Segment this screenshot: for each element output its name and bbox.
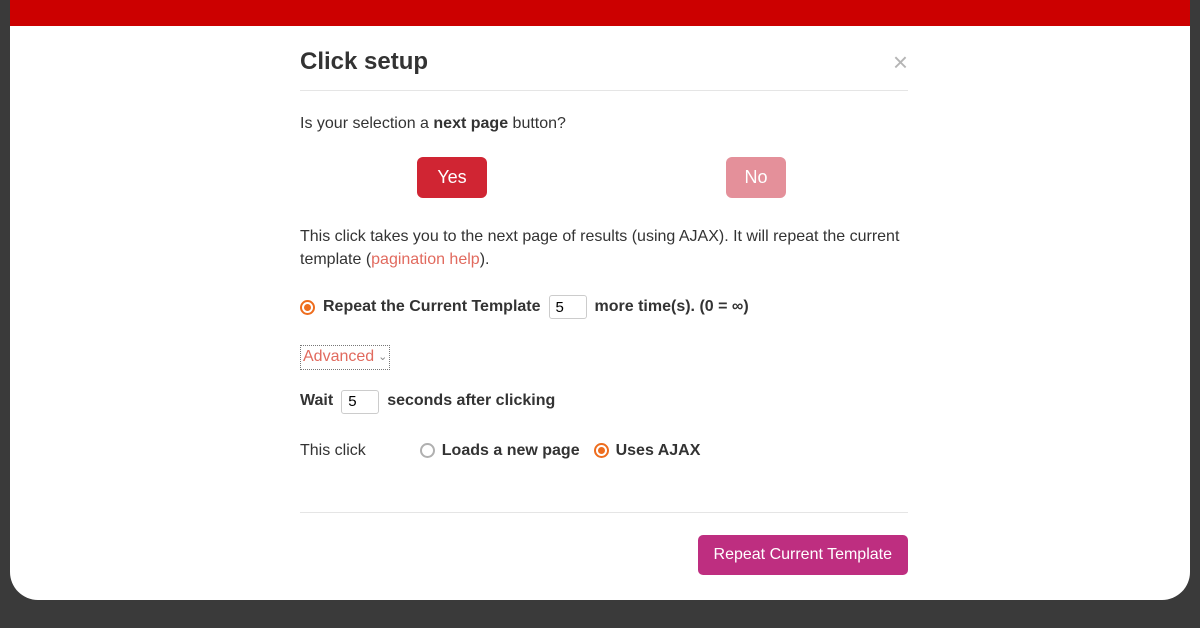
modal-title: Click setup: [300, 48, 428, 76]
pagination-help-link[interactable]: pagination help: [371, 251, 480, 268]
close-icon[interactable]: ×: [893, 49, 908, 75]
loads-new-page-option[interactable]: Loads a new page: [420, 440, 580, 462]
chevron-down-icon: ⌄: [378, 350, 387, 365]
uses-ajax-label: Uses AJAX: [616, 440, 701, 462]
loads-new-page-label: Loads a new page: [442, 440, 580, 462]
advanced-toggle[interactable]: Advanced ⌄: [300, 345, 390, 369]
repeat-label-before: Repeat the Current Template: [323, 296, 541, 318]
question-text: Is your selection a next page button?: [300, 113, 908, 135]
wait-row: Wait seconds after clicking: [300, 390, 908, 414]
radio-empty-icon: [420, 443, 435, 458]
repeat-count-input[interactable]: [549, 295, 587, 319]
modal-footer: Repeat Current Template: [300, 512, 908, 597]
load-type-row: This click Loads a new page Uses AJAX: [300, 440, 908, 462]
top-bar: [10, 0, 1190, 26]
uses-ajax-option[interactable]: Uses AJAX: [594, 440, 701, 462]
yes-button[interactable]: Yes: [417, 157, 486, 198]
question-suffix: button?: [508, 115, 566, 132]
repeat-template-row: Repeat the Current Template more time(s)…: [300, 295, 908, 319]
wait-label-after: seconds after clicking: [387, 390, 555, 412]
click-setup-modal: Click setup × Is your selection a next p…: [280, 26, 928, 597]
repeat-current-template-button[interactable]: Repeat Current Template: [698, 535, 908, 575]
yes-no-row: Yes No: [300, 157, 908, 198]
load-type-label: This click: [300, 440, 366, 462]
question-bold: next page: [433, 115, 508, 132]
wait-label-before: Wait: [300, 390, 333, 412]
wait-seconds-input[interactable]: [341, 390, 379, 414]
repeat-radio[interactable]: [300, 300, 315, 315]
advanced-label: Advanced: [303, 346, 374, 368]
modal-header: Click setup ×: [300, 26, 908, 91]
radio-checked-icon: [594, 443, 609, 458]
no-button[interactable]: No: [726, 157, 785, 198]
description-text: This click takes you to the next page of…: [300, 226, 908, 271]
desc-after: ).: [480, 251, 490, 268]
modal-body: Is your selection a next page button? Ye…: [280, 91, 928, 492]
repeat-label-after: more time(s). (0 = ∞): [595, 296, 749, 318]
app-window: Click setup × Is your selection a next p…: [10, 0, 1190, 600]
question-prefix: Is your selection a: [300, 115, 433, 132]
